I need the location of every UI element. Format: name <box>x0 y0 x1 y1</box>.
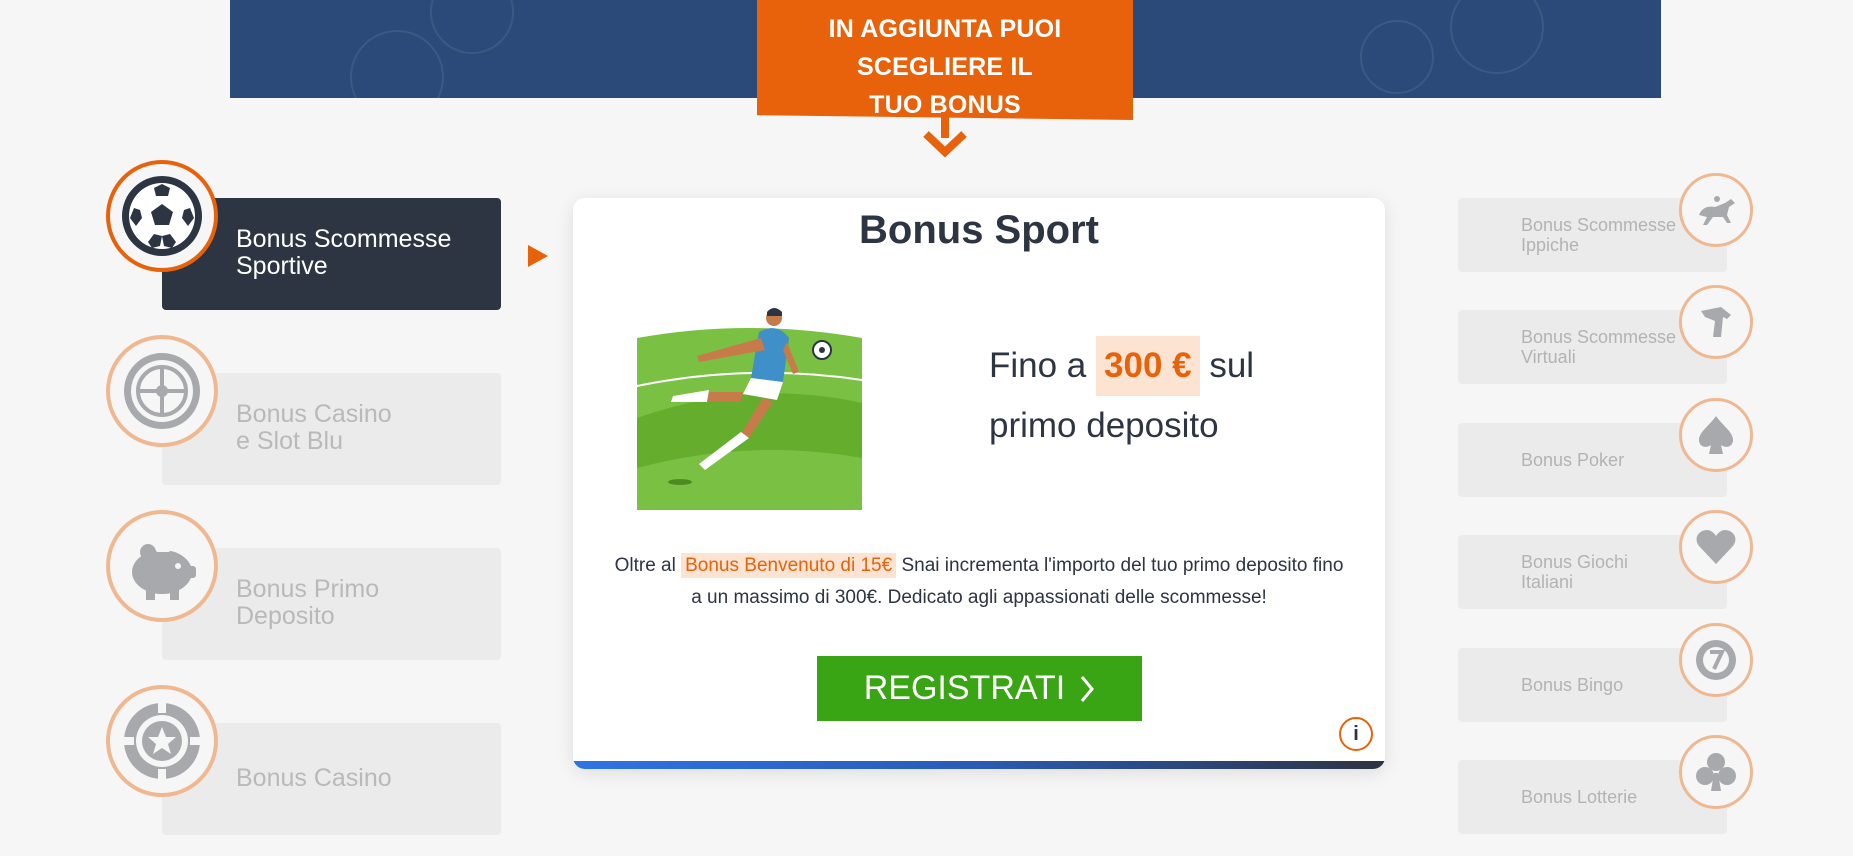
tab-label-line1: Bonus Scommesse <box>236 225 452 253</box>
registrati-button[interactable]: REGISTRATI <box>817 656 1142 721</box>
info-button[interactable]: i <box>1339 717 1373 751</box>
tab-label: Bonus Lotterie <box>1521 760 1691 834</box>
info-icon: i <box>1353 722 1359 745</box>
tab-label: Bonus Primo Deposito <box>236 576 476 630</box>
tab-label-line2: Ippiche <box>1521 235 1580 255</box>
promo-ribbon: IN AGGIUNTA PUOI SCEGLIERE IL TUO BONUS … <box>757 0 1133 120</box>
banner-decoration <box>350 30 444 98</box>
chevron-right-icon <box>1081 675 1095 702</box>
card-title: Bonus Sport <box>859 208 1099 252</box>
bonus-description: Oltre al Bonus Benvenuto di 15€ Snai inc… <box>613 550 1345 614</box>
offer-text: Fino a 300 € sul primo deposito <box>989 336 1339 456</box>
banner-decoration <box>430 0 514 54</box>
tab-label: Bonus Bingo <box>1521 648 1691 722</box>
tab-label-line1: Bonus Giochi <box>1521 552 1629 572</box>
tab-label: Bonus Scommesse Sportive <box>236 226 476 280</box>
bingo-ball-icon[interactable] <box>1679 623 1753 697</box>
down-arrow-icon <box>923 112 967 158</box>
tab-label-line2: Deposito <box>236 602 335 630</box>
tab-label-line1: Bonus Casino <box>236 764 392 792</box>
cta-label: REGISTRATI <box>863 669 1066 707</box>
tab-label-line1: Bonus Poker <box>1521 450 1625 470</box>
tab-label: Bonus Scommesse Ippiche <box>1521 198 1691 272</box>
tab-label-line1: Bonus Scommesse <box>1521 215 1677 235</box>
active-tab-arrow-icon <box>528 245 548 267</box>
tab-label-line1: Bonus Casino <box>236 400 392 428</box>
tab-label: Bonus Casino e Slot Blu <box>236 401 476 455</box>
tab-label-line1: Bonus Scommesse <box>1521 327 1677 347</box>
tab-label-line1: Bonus Primo <box>236 575 380 603</box>
tab-label-line1: Bonus Lotterie <box>1521 787 1638 807</box>
bonus-card: Bonus Sport Fino a 300 € sul primo depos… <box>573 198 1385 769</box>
tab-label: Bonus Casino <box>236 765 476 792</box>
tab-label-line1: Bonus Bingo <box>1521 675 1624 695</box>
banner-decoration <box>1450 0 1544 74</box>
banner-decoration <box>1360 20 1434 94</box>
tab-label-line2: Sportive <box>236 252 328 280</box>
piggy-bank-icon[interactable] <box>106 510 218 622</box>
desc-highlight: Bonus Benvenuto di 15€ <box>681 553 897 578</box>
promo-line-1: IN AGGIUNTA PUOI SCEGLIERE IL <box>828 15 1062 81</box>
tab-label-line2: Italiani <box>1521 572 1574 592</box>
spade-icon[interactable] <box>1679 398 1753 472</box>
club-icon[interactable] <box>1679 735 1753 809</box>
offer-prefix: Fino a <box>989 346 1087 385</box>
tab-label: Bonus Poker <box>1521 423 1691 497</box>
poker-chip-icon[interactable] <box>106 685 218 797</box>
horse-racing-icon[interactable] <box>1679 173 1753 247</box>
roulette-icon[interactable] <box>106 335 218 447</box>
offer-amount: 300 € <box>1096 336 1200 396</box>
tab-label: Bonus Scommesse Virtuali <box>1521 310 1691 384</box>
soccer-player-illustration <box>637 308 862 510</box>
tab-label: Bonus Giochi Italiani <box>1521 535 1691 609</box>
tab-label-line2: Virtuali <box>1521 347 1576 367</box>
card-bottom-bar <box>573 761 1385 769</box>
greyhound-icon[interactable] <box>1679 285 1753 359</box>
soccer-ball-icon[interactable] <box>106 160 218 272</box>
heart-icon[interactable] <box>1679 510 1753 584</box>
desc-prefix: Oltre al <box>614 555 676 576</box>
tab-label-line2: e Slot Blu <box>236 427 344 455</box>
